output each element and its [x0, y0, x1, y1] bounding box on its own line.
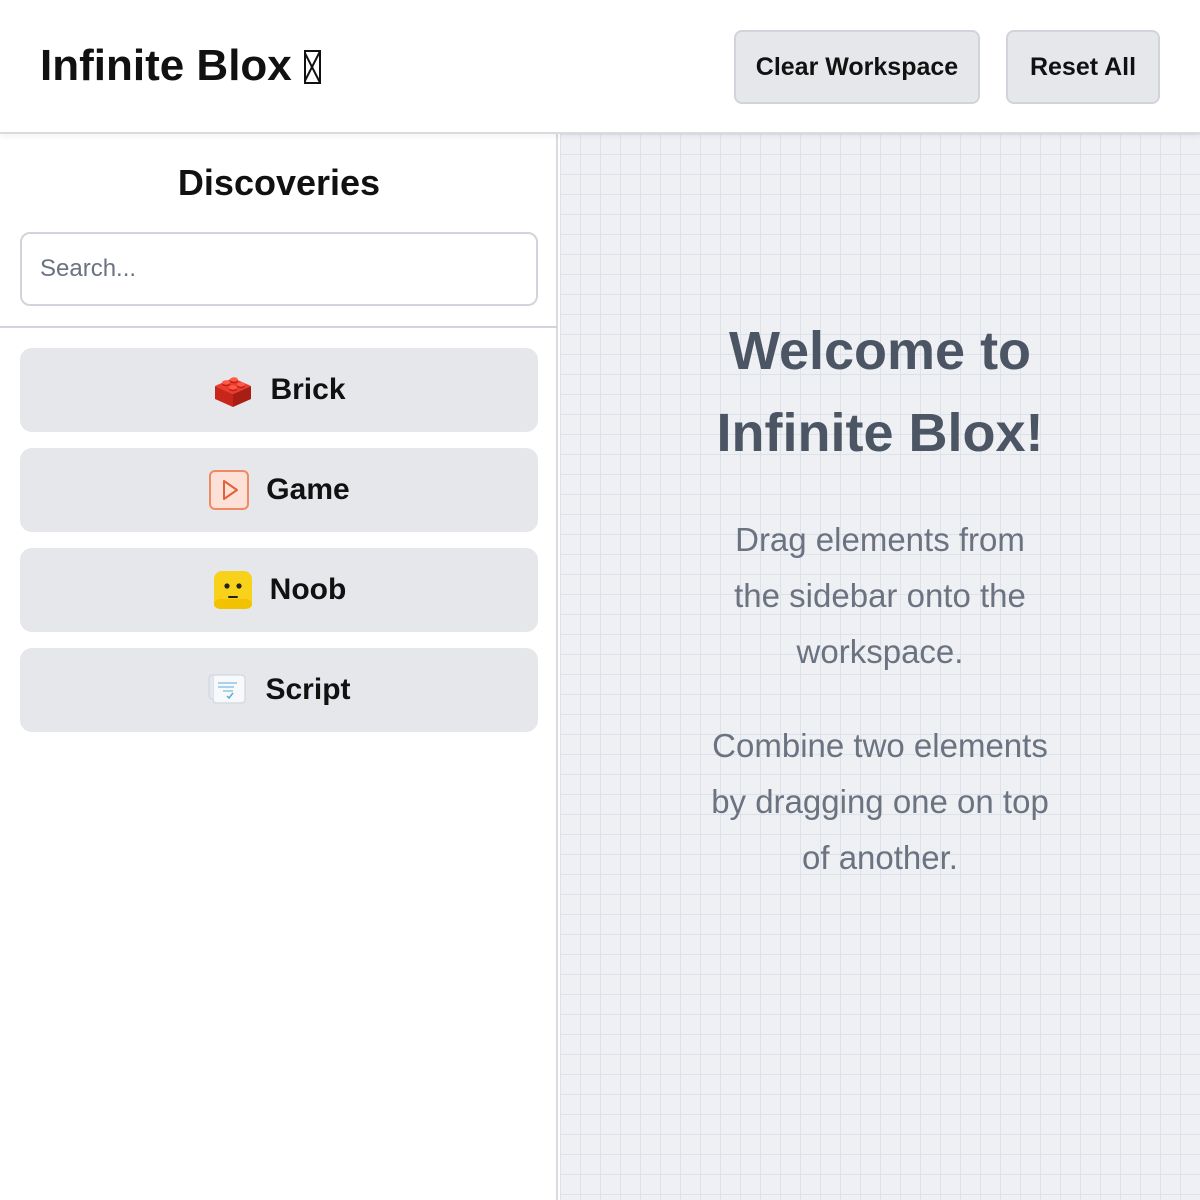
sidebar-item-label: Script [265, 673, 351, 706]
instruction-combine: Combine two elements by dragging one on … [711, 727, 1049, 876]
clear-workspace-button[interactable]: Clear Workspace [734, 30, 980, 104]
sidebar-item-noob[interactable]: Noob [20, 548, 538, 632]
noob-face-icon [212, 569, 254, 611]
header: Infinite Blox Clear Workspace Reset All [0, 0, 1200, 134]
sidebar-item-brick[interactable]: Brick [20, 348, 538, 432]
welcome-panel: Welcome to Infinite Blox! Drag elements … [710, 310, 1050, 886]
reset-all-button[interactable]: Reset All [1006, 30, 1160, 104]
search-input[interactable] [20, 232, 538, 306]
sidebar-divider [0, 326, 558, 328]
app-title: Infinite Blox [40, 38, 321, 94]
discoveries-list: Brick Game Noob Script [20, 348, 538, 748]
app-title-text: Infinite Blox [40, 41, 292, 90]
lego-brick-icon [212, 369, 254, 411]
sidebar-item-script[interactable]: Script [20, 648, 538, 732]
instruction-drag: Drag elements from the sidebar onto the … [734, 521, 1026, 670]
sidebar-item-label: Game [266, 473, 350, 506]
play-icon [208, 469, 250, 511]
workspace[interactable]: Welcome to Infinite Blox! Drag elements … [560, 134, 1200, 1200]
welcome-title: Welcome to Infinite Blox! [716, 321, 1044, 463]
sidebar-heading: Discoveries [177, 162, 381, 203]
sidebar-item-label: Noob [269, 573, 347, 606]
sidebar-item-game[interactable]: Game [20, 448, 538, 532]
sidebar-item-label: Brick [270, 373, 346, 406]
script-icon [207, 669, 249, 711]
sidebar: Discoveries Brick [0, 134, 558, 1200]
missing-glyph-icon [303, 50, 321, 84]
